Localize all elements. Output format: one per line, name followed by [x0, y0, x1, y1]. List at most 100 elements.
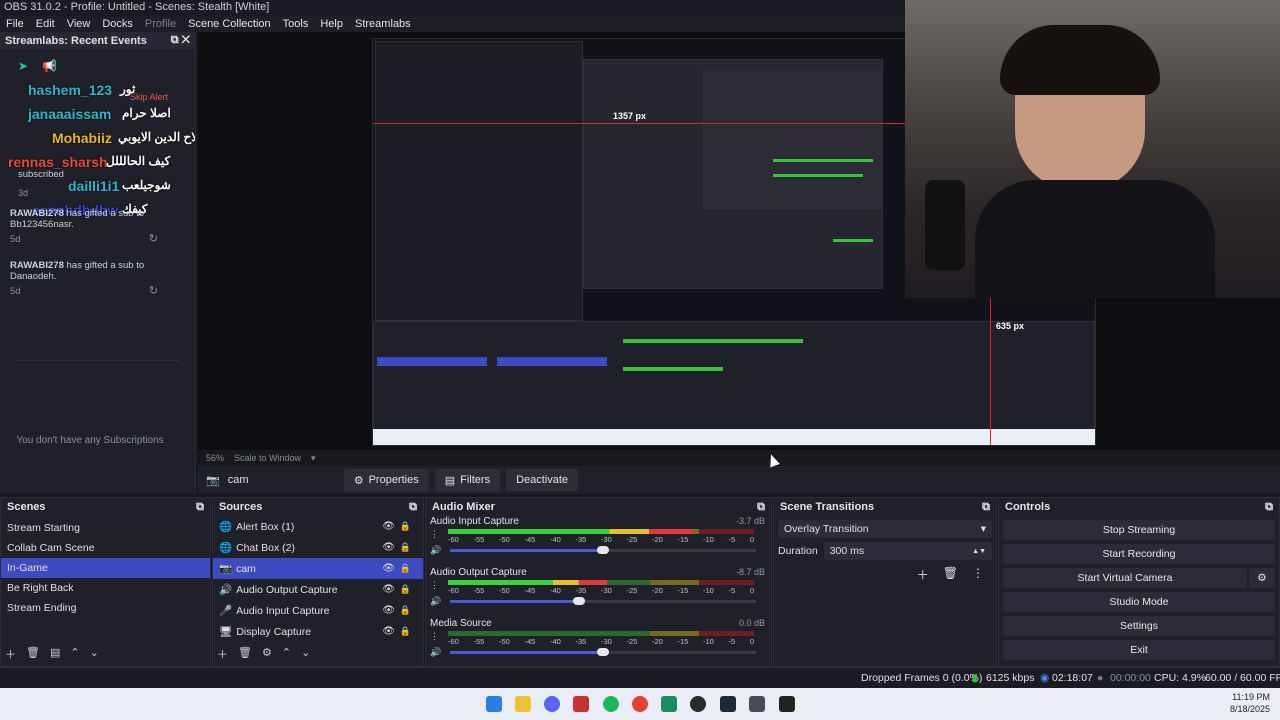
send-icon[interactable]: ➤	[18, 59, 28, 73]
eye-icon[interactable]: 👁	[382, 605, 395, 616]
calendar-icon[interactable]	[573, 696, 589, 712]
taskbar-clock[interactable]: 11:19 PM 8/18/2025	[1230, 691, 1270, 715]
filter-icon[interactable]: ▤	[50, 646, 60, 662]
trash-icon[interactable]: 🗑	[26, 646, 40, 662]
speaker-icon[interactable]: 🔊	[430, 647, 441, 658]
trash-icon[interactable]: 🗑	[943, 566, 958, 583]
terminal-icon[interactable]	[779, 696, 795, 712]
menu-view[interactable]: View	[67, 18, 91, 30]
source-item[interactable]: 🌐 Alert Box (1) 👁 🔒	[213, 516, 423, 537]
channel-name: Audio Output Capture	[430, 567, 527, 578]
source-item[interactable]: 🎤 Audio Input Capture 👁 🔒	[213, 600, 423, 621]
whatsapp-icon[interactable]	[661, 696, 677, 712]
float-icon[interactable]: ⧉	[982, 501, 990, 514]
spotify-icon[interactable]	[603, 696, 619, 712]
replay-icon[interactable]: ↻	[149, 232, 158, 245]
start-recording-button[interactable]: Start Recording	[1003, 544, 1275, 564]
speaker-icon[interactable]: 🔊	[430, 545, 441, 556]
more-icon[interactable]: ⋮	[430, 631, 439, 642]
more-icon[interactable]: ⋮	[430, 529, 439, 540]
clock-time: 11:19 PM	[1232, 692, 1270, 702]
windows-start-icon[interactable]	[486, 696, 502, 712]
menu-profile[interactable]: Profile	[145, 18, 176, 30]
eye-icon[interactable]: 👁	[382, 521, 395, 532]
volume-slider[interactable]	[450, 546, 756, 554]
close-icon[interactable]: ✕	[182, 34, 190, 46]
eye-icon[interactable]: 👁	[382, 626, 395, 637]
menu-streamlabs[interactable]: Streamlabs	[355, 18, 411, 30]
steam-icon[interactable]	[720, 696, 736, 712]
replay-icon[interactable]: ↻	[149, 284, 158, 297]
add-icon[interactable]: ＋	[5, 646, 16, 662]
chrome-icon[interactable]	[632, 696, 648, 712]
menu-file[interactable]: File	[6, 18, 24, 30]
float-icon[interactable]: ⧉	[409, 501, 417, 514]
add-icon[interactable]: ＋	[217, 646, 228, 662]
gear-icon[interactable]: ⚙	[1249, 568, 1275, 588]
source-item[interactable]: 🌐 Chat Box (2) 👁 🔒	[213, 537, 423, 558]
slider-knob[interactable]	[572, 597, 585, 605]
scene-item[interactable]: Collab Cam Scene	[1, 538, 210, 558]
lock-icon[interactable]: 🔒	[400, 605, 411, 616]
float-icon[interactable]: ⧉	[1265, 501, 1273, 514]
skip-alert-button[interactable]: Skip Alert	[130, 92, 168, 102]
chevron-down-icon[interactable]: ▾	[311, 453, 316, 464]
deactivate-button[interactable]: Deactivate	[506, 469, 579, 491]
eye-icon[interactable]: 👁	[382, 563, 395, 574]
scale-select[interactable]: Scale to Window	[234, 453, 301, 463]
float-icon[interactable]: ⧉	[757, 501, 765, 514]
studio-mode-button[interactable]: Studio Mode	[1003, 592, 1275, 612]
megaphone-icon[interactable]: 📢	[42, 59, 57, 73]
lock-icon[interactable]: 🔒	[400, 542, 411, 553]
source-item[interactable]: 🖥 Display Capture 👁 🔒	[213, 621, 423, 642]
lock-icon[interactable]: 🔒	[400, 521, 411, 532]
lock-icon[interactable]: 🔒	[400, 563, 411, 574]
chevron-down-icon[interactable]: ⌄	[90, 646, 99, 662]
spin-arrows-icon[interactable]: ▲▼	[972, 548, 986, 555]
float-icon[interactable]: ⧉	[171, 34, 179, 46]
exit-button[interactable]: Exit	[1003, 640, 1275, 660]
chevron-up-icon[interactable]: ⌃	[282, 646, 291, 662]
microphone-icon: 🎤	[219, 605, 233, 617]
eye-icon[interactable]: 👁	[382, 584, 395, 595]
chevron-down-icon[interactable]: ⌄	[301, 646, 310, 662]
trash-icon[interactable]: 🗑	[238, 646, 252, 662]
add-icon[interactable]: ＋	[917, 566, 929, 583]
scene-item[interactable]: Stream Ending	[1, 598, 210, 618]
discord-icon[interactable]	[544, 696, 560, 712]
app-icon[interactable]	[749, 696, 765, 712]
volume-slider[interactable]	[450, 648, 756, 656]
start-virtual-camera-button[interactable]: Start Virtual Camera	[1003, 568, 1247, 588]
obs-icon[interactable]	[690, 696, 706, 712]
settings-button[interactable]: Settings	[1003, 616, 1275, 636]
lock-icon[interactable]: 🔒	[400, 584, 411, 595]
transition-select[interactable]: Overlay Transition ▾	[778, 520, 992, 538]
slider-knob[interactable]	[597, 546, 609, 554]
eye-icon[interactable]: 👁	[382, 542, 395, 553]
menu-help[interactable]: Help	[320, 18, 343, 30]
scene-item-selected[interactable]: In-Game	[1, 558, 210, 578]
source-item-selected[interactable]: 📷 cam 👁 🔒	[213, 558, 423, 579]
file-explorer-icon[interactable]	[515, 696, 531, 712]
volume-slider[interactable]	[450, 597, 756, 605]
source-item[interactable]: 🔊 Audio Output Capture 👁 🔒	[213, 579, 423, 600]
slider-knob[interactable]	[597, 648, 609, 656]
scale-tick: 0	[749, 637, 754, 646]
gear-icon[interactable]: ⚙	[262, 646, 272, 662]
stop-streaming-button[interactable]: Stop Streaming	[1003, 520, 1275, 540]
filters-button[interactable]: ▤ Filters	[434, 468, 501, 492]
lock-icon[interactable]: 🔒	[400, 626, 411, 637]
menu-edit[interactable]: Edit	[36, 18, 55, 30]
speaker-icon[interactable]: 🔊	[430, 596, 441, 607]
menu-docks[interactable]: Docks	[102, 18, 133, 30]
scene-item[interactable]: Be Right Back	[1, 578, 210, 598]
menu-scene-collection[interactable]: Scene Collection	[188, 18, 271, 30]
float-icon[interactable]: ⧉	[196, 501, 204, 514]
more-icon[interactable]: ⋮	[430, 580, 439, 591]
scene-item[interactable]: Stream Starting	[1, 518, 210, 538]
more-icon[interactable]: ⋮	[972, 566, 984, 583]
chevron-up-icon[interactable]: ⌃	[70, 646, 79, 662]
duration-spinbox[interactable]: 300 ms ▲▼	[823, 542, 992, 560]
menu-tools[interactable]: Tools	[283, 18, 309, 30]
properties-button[interactable]: ⚙ Properties	[343, 468, 429, 492]
